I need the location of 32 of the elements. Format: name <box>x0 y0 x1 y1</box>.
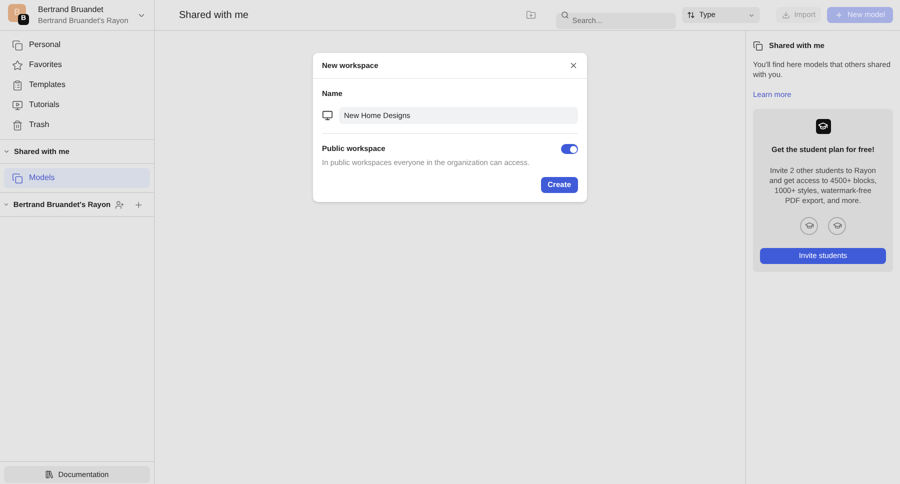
sort-icon <box>687 11 696 19</box>
clipboard-icon <box>12 80 23 90</box>
pages-icon <box>753 40 763 51</box>
pages-icon <box>12 172 23 184</box>
sidebar-item[interactable]: Models <box>4 168 150 188</box>
sidebar-item[interactable]: Personal <box>0 35 154 55</box>
collapse-icon[interactable] <box>3 148 10 155</box>
sidebar-item[interactable]: Trash <box>0 115 154 135</box>
sidebar-item[interactable]: Tutorials <box>0 95 154 115</box>
graduation-cap-icon <box>800 216 818 235</box>
plus-icon[interactable] <box>134 200 143 210</box>
star-icon <box>12 60 23 70</box>
library-icon <box>45 470 54 479</box>
graduation-cap-icon <box>828 216 846 235</box>
collapse-icon[interactable] <box>3 201 10 208</box>
new-folder-icon[interactable] <box>526 10 536 20</box>
plus-icon <box>835 11 844 19</box>
search-icon <box>561 11 570 19</box>
sidebar-item[interactable]: Templates <box>0 75 154 95</box>
video-icon <box>12 100 23 110</box>
page-title: Shared with me <box>179 8 250 22</box>
graduation-cap-icon <box>816 118 830 134</box>
close-icon[interactable] <box>569 61 578 70</box>
add-user-icon[interactable] <box>114 200 124 210</box>
account-name: Bertrand Bruandet <box>38 4 104 15</box>
monitor-icon <box>322 110 333 122</box>
trash-icon <box>12 120 23 130</box>
chevron-down-icon <box>748 12 756 18</box>
pages-icon <box>12 40 23 50</box>
public-toggle[interactable] <box>561 144 578 154</box>
download-icon <box>782 11 790 19</box>
sidebar-item[interactable]: Favorites <box>0 55 154 75</box>
